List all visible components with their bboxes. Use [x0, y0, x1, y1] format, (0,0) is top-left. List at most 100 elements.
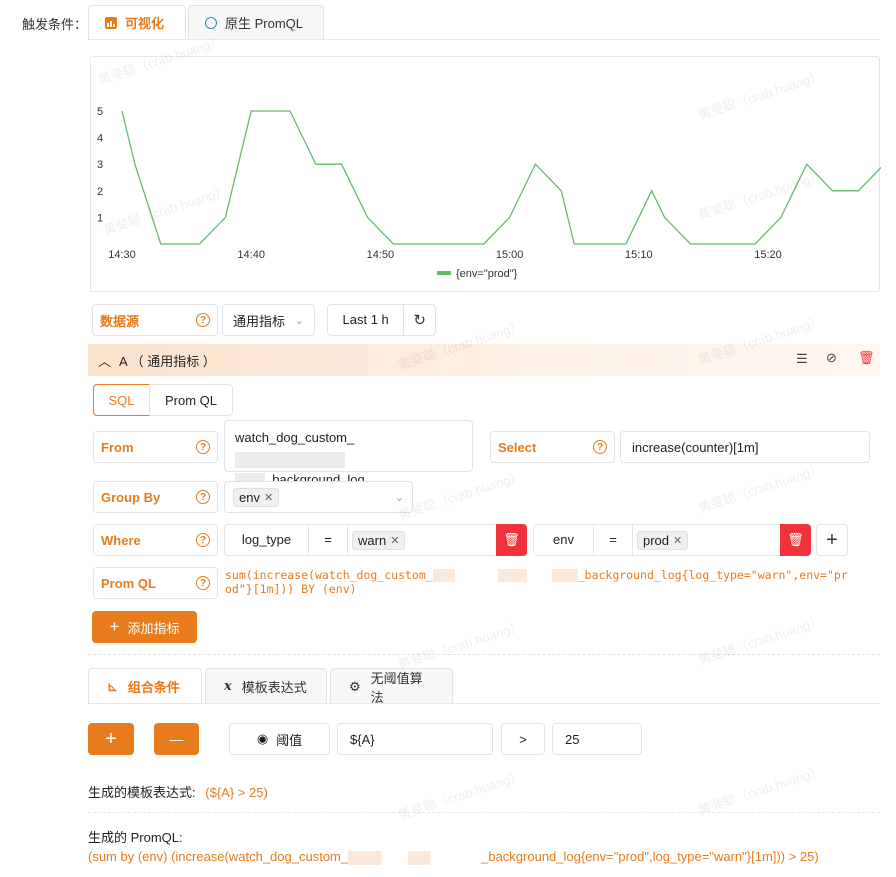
template-expr-value: (${A} > 25): [205, 785, 268, 800]
refresh-icon[interactable]: ↻: [404, 311, 435, 329]
watermark: 黄斐聪（crab.huang）: [396, 768, 525, 823]
expression-value: ${A}: [350, 731, 375, 747]
promql-output: sum(increase(watch_dog_custom_ _backgroun…: [225, 568, 880, 596]
tab-divider: [88, 39, 880, 40]
legend-label: {env="prod"}: [456, 268, 518, 280]
groupby-tag[interactable]: env ✕: [233, 487, 280, 507]
tab-template-expression[interactable]: x 模板表达式: [205, 668, 327, 704]
where-1-tag[interactable]: warn ✕: [352, 530, 406, 550]
mode-tab-promql[interactable]: Prom QL: [149, 384, 233, 416]
datasource-field: 数据源 ?: [92, 304, 218, 336]
close-icon[interactable]: ✕: [673, 534, 682, 547]
operator-value: >: [519, 731, 527, 747]
watermark: 黄斐聪（crab.huang）: [696, 613, 825, 668]
plus-icon: +: [109, 617, 120, 636]
where-label: Where: [101, 532, 141, 548]
trigger-label: 触发条件：: [22, 17, 88, 32]
groupby-select[interactable]: env ✕ ⌄: [224, 481, 413, 513]
from-table-select[interactable]: watch_dog_custom_ _background_log: [224, 420, 473, 489]
threshold-value-input[interactable]: 25: [552, 723, 642, 755]
help-icon[interactable]: ?: [196, 440, 210, 454]
tab-template-label: 模板表达式: [241, 680, 307, 695]
chevron-up-icon[interactable]: ︿: [98, 351, 111, 370]
where-1-field[interactable]: log_type: [225, 525, 309, 555]
query-a-header[interactable]: ︿ A （ 通用指标 ）: [88, 344, 880, 376]
from-field: From ?: [93, 431, 218, 463]
tab-combo-label: 组合条件: [127, 680, 180, 695]
x-tick-label: 14:50: [367, 249, 395, 261]
tab-combo-condition[interactable]: ⊾ 组合条件: [88, 668, 202, 704]
tab-visual[interactable]: 可视化: [88, 5, 186, 39]
help-icon[interactable]: ?: [196, 313, 210, 327]
tab-visual-label: 可视化: [125, 16, 165, 31]
tab-no-threshold-label: 无阈值算法: [370, 670, 423, 705]
where-condition-1: log_type = warn✕ ⌄: [224, 524, 527, 556]
where-2-field[interactable]: env: [534, 525, 594, 555]
add-condition-button[interactable]: +: [88, 723, 134, 755]
y-tick-label: 2: [97, 186, 103, 198]
time-range-button[interactable]: Last 1 h: [328, 305, 405, 335]
divider: [88, 654, 880, 655]
remove-condition-button[interactable]: —: [154, 723, 199, 755]
promql-gen-a: (sum by (env) (increase(watch_dog_custom…: [88, 849, 349, 864]
groupby-label: Group By: [101, 489, 161, 505]
from-label: From: [101, 439, 134, 455]
threshold-toggle[interactable]: ◉ 阈值: [229, 723, 330, 755]
promql-icon: [205, 16, 217, 29]
promql-line2: od"}[1m])) BY (env): [225, 582, 357, 596]
add-metric-button[interactable]: + 添加指标: [92, 611, 197, 643]
help-icon[interactable]: ?: [196, 533, 210, 547]
x-tick-label: 15:10: [625, 249, 653, 261]
from-value-1: watch_dog_custom_: [235, 430, 355, 445]
plus-icon: +: [826, 528, 838, 551]
template-expr-row: 生成的模板表达式: (${A} > 25): [88, 782, 268, 801]
help-icon[interactable]: ?: [196, 490, 210, 504]
y-tick-label: 5: [97, 106, 103, 118]
operator-select[interactable]: >: [501, 723, 545, 755]
datasource-select[interactable]: 通用指标 ⌄: [222, 304, 315, 336]
divider: [88, 812, 880, 813]
list-icon[interactable]: ☰: [796, 351, 808, 367]
groupby-tag-label: env: [239, 489, 260, 505]
add-where-button[interactable]: +: [816, 524, 848, 556]
chevron-down-icon: ⌄: [394, 491, 404, 504]
plus-icon: +: [105, 727, 117, 750]
promql-line1-b: _background_log{log_type="warn",env="pr: [577, 568, 848, 582]
promql-field: Prom QL ?: [93, 567, 218, 599]
close-icon[interactable]: ✕: [390, 534, 399, 547]
where-2-operator[interactable]: =: [594, 525, 633, 555]
x-tick-label: 14:40: [237, 249, 265, 261]
add-metric-label: 添加指标: [127, 620, 180, 636]
where-1-operator[interactable]: =: [309, 525, 348, 555]
redacted-block: [348, 850, 482, 865]
x-tick-label: 14:30: [108, 249, 136, 261]
legend-swatch: [437, 271, 451, 275]
function-x-icon: x: [224, 679, 232, 694]
promql-line1-a: sum(increase(watch_dog_custom_: [225, 568, 433, 582]
where-1-tag-label: warn: [358, 532, 387, 548]
eye-off-icon[interactable]: ⊘: [826, 350, 837, 366]
minus-icon: —: [169, 731, 184, 747]
delete-where-1-button[interactable]: 🗑: [496, 524, 527, 556]
trash-icon[interactable]: 🗑: [858, 350, 875, 366]
close-icon[interactable]: ✕: [264, 491, 273, 504]
tab-promql[interactable]: 原生 PromQL: [188, 5, 324, 39]
line-chart: 1 2 3 4 5 14:30 14:40 14:50 15:00 15:10 15:20 {env=…: [90, 56, 881, 292]
select-field: Select ?: [490, 431, 615, 463]
select-input[interactable]: increase(counter)[1m]: [620, 431, 870, 463]
mode-tab-sql[interactable]: SQL: [93, 384, 150, 416]
tab-divider: [88, 703, 880, 704]
expression-input[interactable]: ${A}: [337, 723, 493, 755]
series-line: [121, 110, 881, 245]
where-2-tag[interactable]: prod ✕: [637, 530, 689, 550]
y-tick-label: 4: [97, 133, 103, 145]
select-label: Select: [498, 439, 537, 455]
bar-chart-icon: [105, 16, 117, 29]
groupby-field: Group By ?: [93, 481, 218, 513]
mode-tab-sql-label: SQL: [108, 392, 135, 408]
tab-no-threshold[interactable]: ⚙ 无阈值算法: [330, 668, 453, 705]
help-icon[interactable]: ?: [593, 440, 607, 454]
help-icon[interactable]: ?: [196, 576, 210, 590]
watermark: 黄斐聪（crab.huang）: [696, 763, 825, 818]
delete-where-2-button[interactable]: 🗑: [780, 524, 811, 556]
